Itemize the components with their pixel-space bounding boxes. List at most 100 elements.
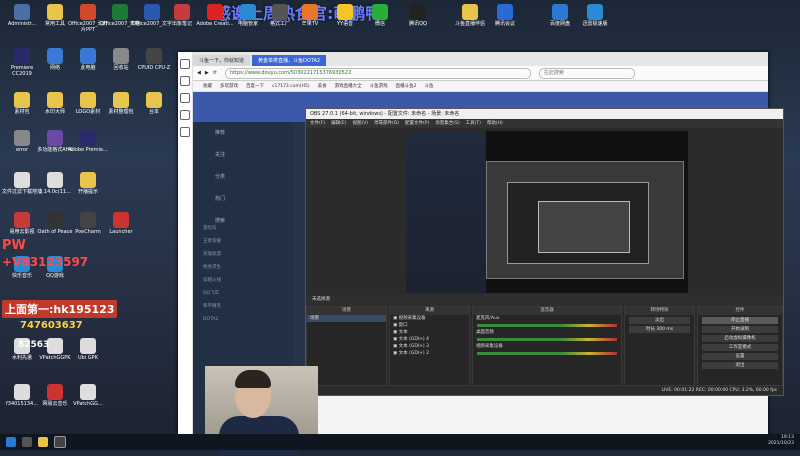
bookmark-item[interactable]: 斗鱼游戏 (370, 83, 388, 89)
obs-menu-bar: 文件(F) 编辑(E) 视图(V) 停靠部件(D) 配置文件(P) 场景集合(S) 工具(T… (306, 119, 783, 128)
tab-douyu[interactable]: 黄金单排直播，斗鱼DOTA2 (252, 55, 327, 66)
obs-task-icon[interactable] (54, 436, 66, 448)
bookmark-item[interactable]: 百度一下 (246, 83, 264, 89)
control-button[interactable]: 退出 (702, 362, 778, 369)
obs-window[interactable]: OBS 27.0.1 (64-bit, windows) - 配置文件: 未命名… (305, 108, 784, 396)
desktop-icon[interactable]: CPUID CPU-Z (134, 48, 174, 71)
source-item[interactable]: ▣ 视频采集设备 (390, 315, 469, 322)
app-icon (47, 338, 63, 354)
desktop-icon[interactable]: VPatchGG... (68, 384, 108, 407)
control-button[interactable]: 停止直播 (702, 317, 778, 324)
douyu-category-item[interactable]: 英雄联盟 (203, 248, 303, 261)
preview-nested-2 (507, 182, 649, 264)
desktop-icon-label: 斗鱼直播伴侣 (454, 21, 485, 27)
volume-meter[interactable] (476, 338, 617, 341)
douyu-nav-item[interactable]: 关注 (193, 144, 293, 166)
promo-pw: PW (2, 238, 26, 253)
app-icon (80, 212, 96, 228)
bookmark-item[interactable]: 多玩游戏 (220, 83, 238, 89)
obs-menu-item[interactable]: 编辑(E) (331, 119, 346, 128)
douyu-category-item[interactable]: 穿越火线 (203, 274, 303, 287)
app-icon (146, 48, 162, 64)
desktop-icon[interactable]: 斗鱼直播伴侣 (450, 4, 490, 27)
search-input[interactable]: 在此搜索 (538, 67, 635, 79)
control-button[interactable]: 启动虚拟摄像机 (702, 335, 778, 342)
back-icon[interactable]: ◀ (197, 70, 201, 76)
transition-field[interactable]: 时长 300 ms (629, 326, 691, 333)
douyu-nav-item[interactable]: 热门 (193, 188, 293, 210)
tab-search[interactable]: 斗鱼一下，你就知道 (193, 55, 251, 66)
app-icon (497, 4, 513, 20)
desktop-icon[interactable]: 台本 (134, 92, 174, 115)
douyu-nav-item[interactable]: 分类 (193, 166, 293, 188)
clock[interactable]: 19:13 2021/10/23 (768, 435, 794, 447)
obs-preview[interactable] (406, 131, 688, 293)
bookmark-item[interactable]: 直播斗鱼2 (396, 83, 417, 89)
obs-menu-item[interactable]: 视图(V) (352, 119, 368, 128)
douyu-category-item[interactable]: 王者荣耀 (203, 235, 303, 248)
desktop-icon-label: QQ游戏 (46, 273, 64, 279)
desktop-icon[interactable]: 腾讯QQ (398, 4, 438, 27)
obs-menu-item[interactable]: 配置文件(P) (405, 119, 429, 128)
desktop-icon[interactable]: 迅雷极速版 (575, 4, 615, 27)
download-icon[interactable] (180, 93, 190, 103)
obs-menu-item[interactable]: 场景集合(S) (435, 119, 459, 128)
scene-item[interactable]: 场景 (307, 315, 386, 322)
obs-status-bar: LIVE: 00:01:22 REC: 00:00:00 CPU: 3.2%, … (306, 386, 783, 395)
douyu-category-item[interactable]: 冒险岛 (203, 222, 303, 235)
app-icon (47, 384, 63, 400)
bookmark-item[interactable]: 斗鱼 (424, 83, 433, 89)
desktop-icon[interactable]: Ubi GPK (68, 338, 108, 361)
douyu-category-item[interactable]: QQ飞车 (203, 287, 303, 300)
home-icon[interactable] (180, 59, 190, 69)
obs-menu-item[interactable]: 文件(F) (310, 119, 325, 128)
desktop-icon[interactable]: 微信 (360, 4, 400, 27)
source-item[interactable]: ▣ 窗口 (390, 322, 469, 329)
app-icon (207, 4, 223, 20)
refresh-icon[interactable]: ⟳ (213, 70, 217, 76)
obs-menu-item[interactable]: 帮助(H) (487, 119, 503, 128)
source-item[interactable]: ▣ 文本 (390, 329, 469, 336)
task-view-icon[interactable] (22, 437, 32, 447)
obs-docks: 场景 场景 来源 ▣ 视频采集设备 ▣ 窗口 ▣ 文本 ▣ 文本 (GDI+) 4 ▣ … (306, 306, 783, 386)
source-item[interactable]: ▣ 文本 (GDI+) 2 (390, 350, 469, 357)
douyu-category-item[interactable]: 绝地求生 (203, 261, 303, 274)
desktop-icon-label: 芒果TV (301, 21, 319, 27)
desktop-icon[interactable]: YY语音 (325, 4, 365, 27)
obs-menu-item[interactable]: 工具(T) (466, 119, 481, 128)
bookmark-item[interactable]: 游戏直播大全 (335, 83, 362, 89)
source-item[interactable]: ▣ 文本 (GDI+) 3 (390, 343, 469, 350)
desktop-icon[interactable]: 芒果TV (290, 4, 330, 27)
promo-vx: +V83123597 (2, 255, 89, 269)
transition-field[interactable]: 淡出 (629, 317, 691, 324)
bookmark-item[interactable]: c17173.com(H5) (272, 84, 310, 89)
control-button[interactable]: 设置 (702, 353, 778, 360)
url-field[interactable]: https://www.douyu.com/503022171537693052… (224, 67, 531, 79)
control-button[interactable]: 工作室模式 (702, 344, 778, 351)
note-icon[interactable] (180, 127, 190, 137)
desktop-icon[interactable]: Adobe Premie... (68, 130, 108, 153)
app-icon (14, 92, 30, 108)
douyu-category-item[interactable]: 和平精英 (203, 300, 303, 313)
bookmark-item[interactable]: 美食 (318, 83, 327, 89)
file-explorer-icon[interactable] (38, 437, 48, 447)
forward-icon[interactable]: ▶ (205, 70, 209, 76)
scenes-dock: 场景 场景 (306, 306, 387, 386)
source-item[interactable]: ▣ 文本 (GDI+) 4 (390, 336, 469, 343)
bookmark-item[interactable]: 收藏 (203, 83, 212, 89)
control-button[interactable]: 开始录制 (702, 326, 778, 333)
desktop-icon[interactable]: 百度网盘 (540, 4, 580, 27)
star-icon[interactable] (180, 76, 190, 86)
desktop-icon[interactable]: 开播提示 (68, 172, 108, 195)
obs-menu-item[interactable]: 停靠部件(D) (374, 119, 399, 128)
history-icon[interactable] (180, 110, 190, 120)
person-hair (235, 370, 271, 388)
volume-meter[interactable] (476, 324, 617, 327)
desktop-icon[interactable]: 腾讯会议 (485, 4, 525, 27)
douyu-category-item[interactable]: DOTA2 (203, 313, 303, 326)
volume-meter[interactable] (476, 352, 617, 355)
start-icon[interactable] (6, 437, 16, 447)
douyu-nav-item[interactable]: 推荐 (193, 122, 293, 144)
desktop-icon[interactable]: Launcher (101, 212, 141, 235)
promo-qq: 747603637 (20, 320, 83, 331)
